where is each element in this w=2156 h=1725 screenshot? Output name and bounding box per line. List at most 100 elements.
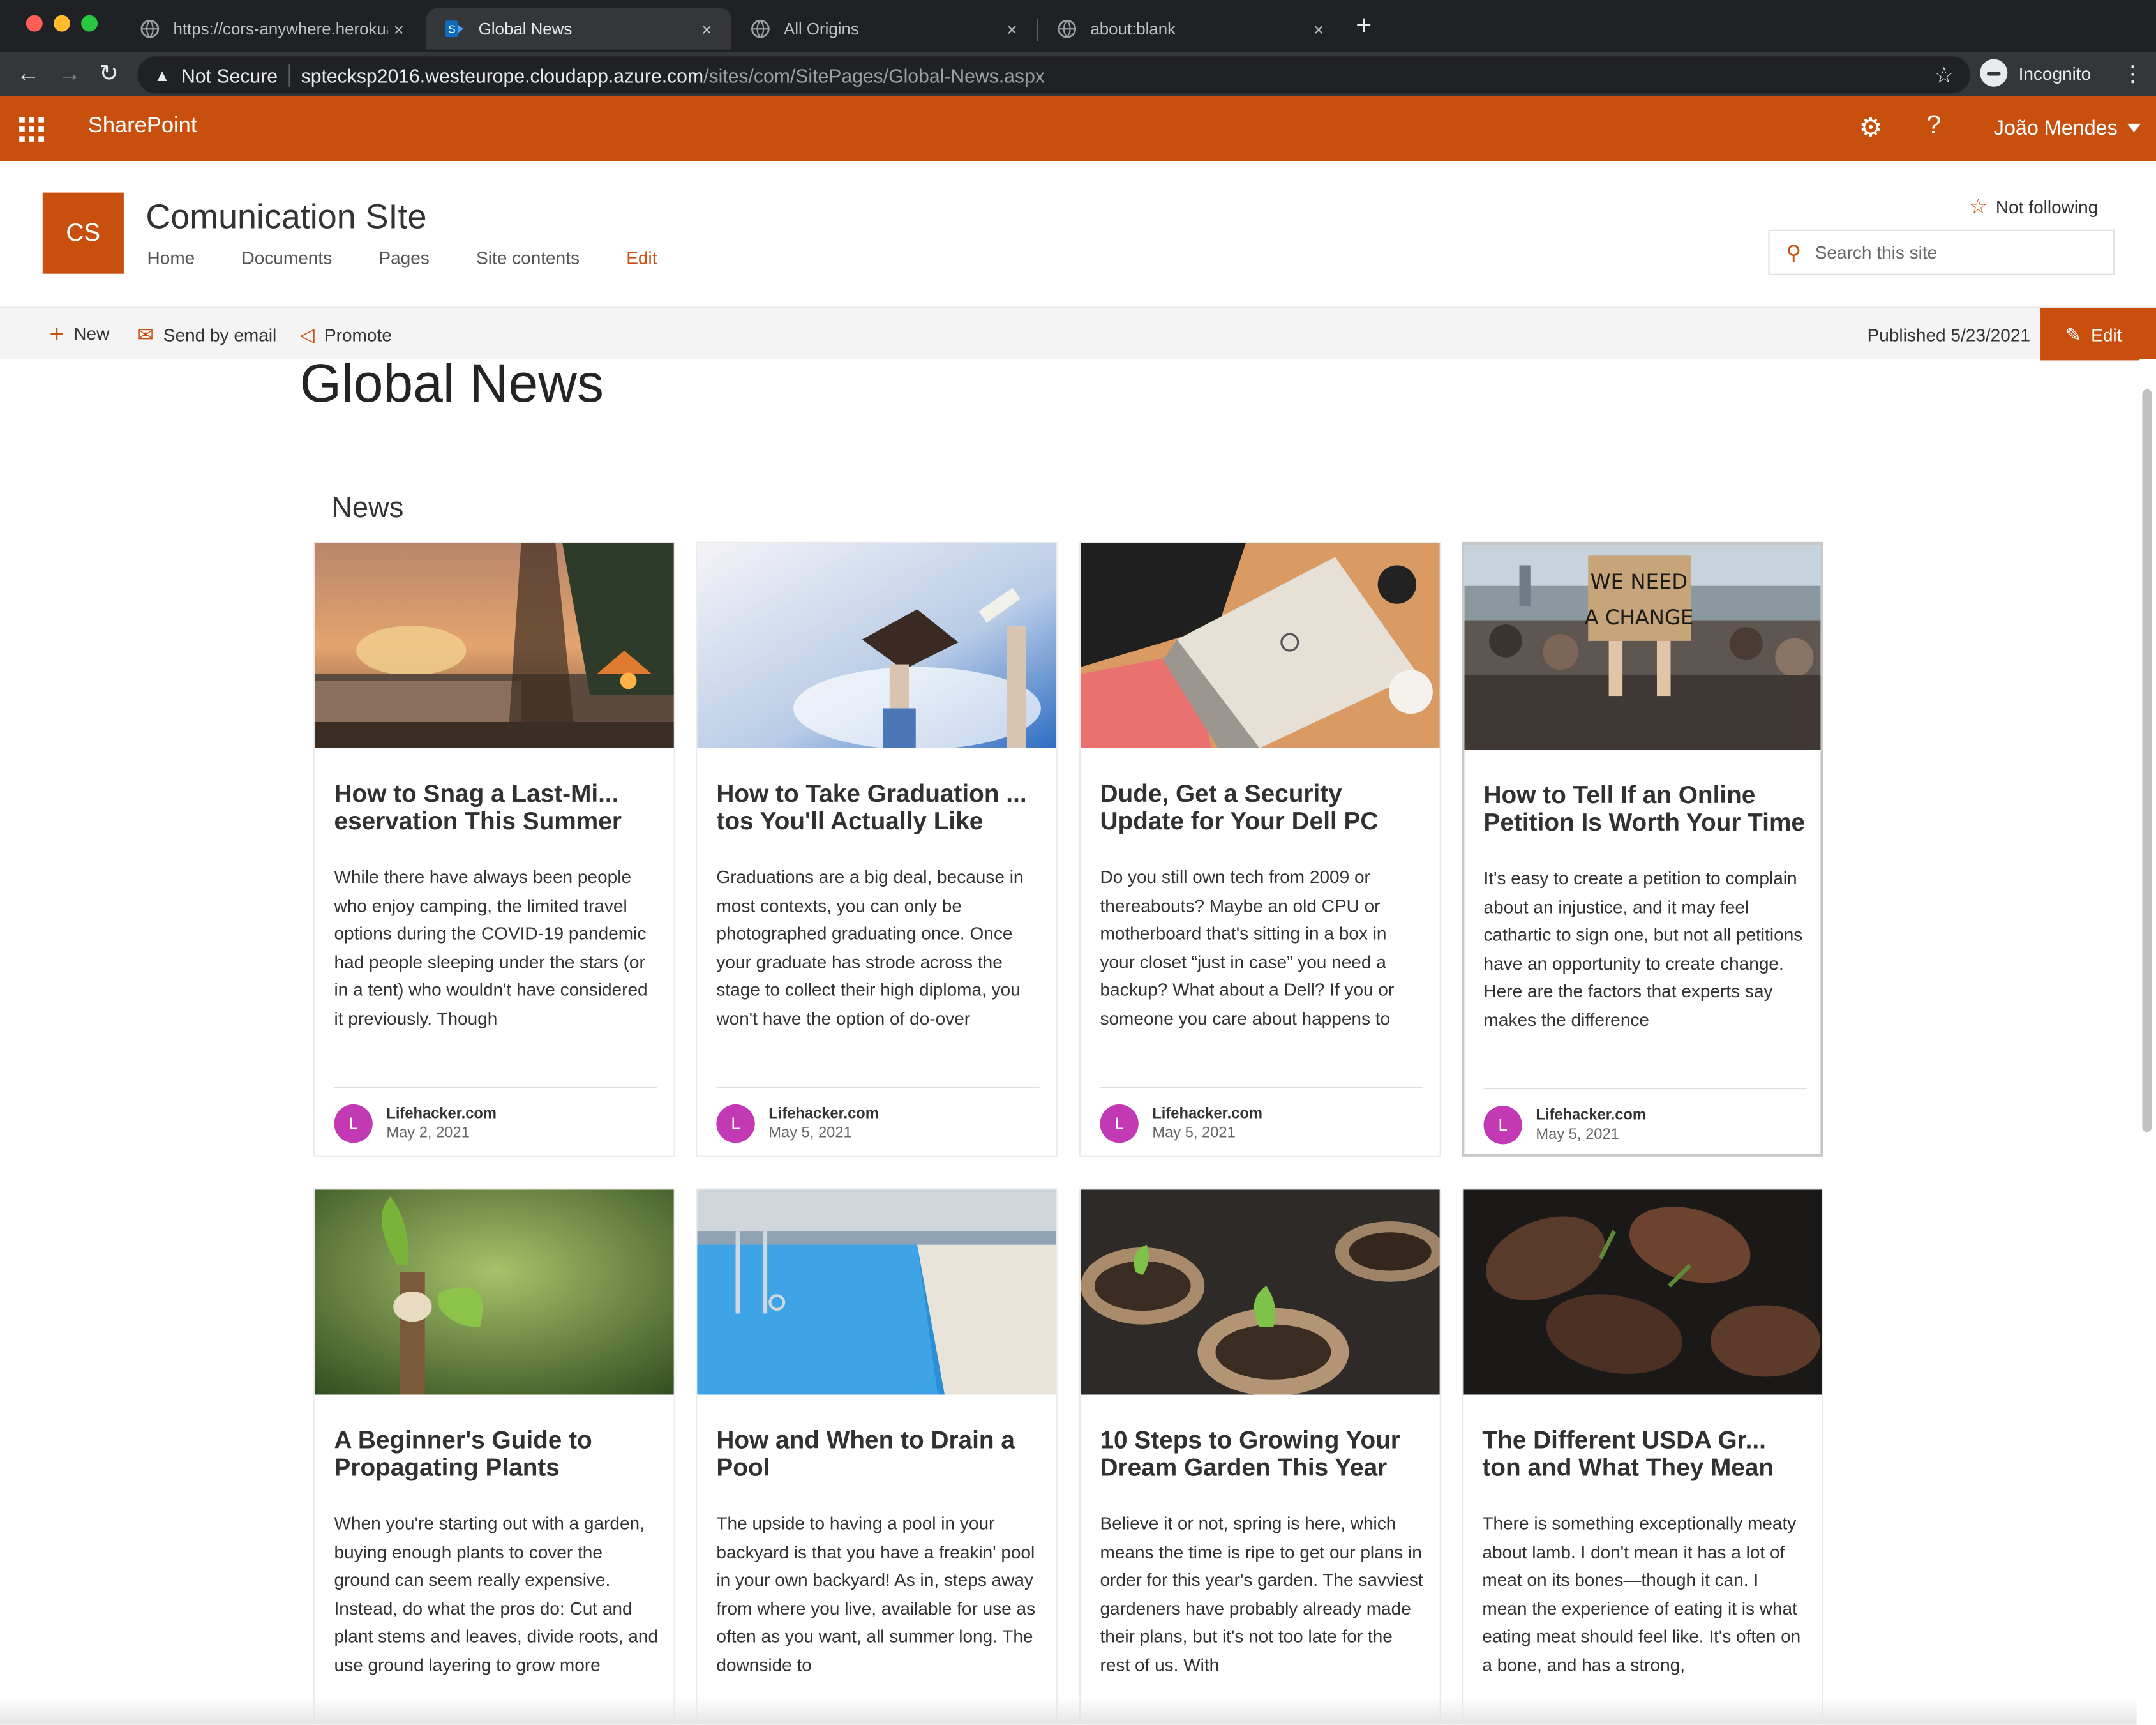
nav-item-documents[interactable]: Documents [241, 248, 332, 268]
news-card-title[interactable]: How to Take Graduation ... tos You'll Ac… [716, 780, 1039, 835]
tab-about-blank[interactable]: about:blank × [1038, 8, 1344, 50]
back-button[interactable]: ← [17, 61, 40, 88]
published-status: Published 5/23/2021 [1867, 324, 2030, 345]
suite-bar: SharePoint ⚙ ? João Mendes [0, 96, 2156, 162]
news-card-title[interactable]: How to Tell If an Online Petition Is Wor… [1484, 781, 1807, 836]
author-avatar: L [1100, 1104, 1139, 1143]
tab-close-icon[interactable]: × [388, 19, 410, 39]
news-card-title[interactable]: How and When to Drain a Pool [716, 1426, 1039, 1481]
star-icon: ☆ [1969, 195, 1988, 219]
command-bar: + New ✉ Send by email ◁ Promote Published 5… [0, 306, 2156, 361]
site-search-box[interactable]: ⚲ Search this site [1768, 229, 2115, 275]
minimize-window-button[interactable] [54, 15, 70, 32]
incognito-icon [1980, 59, 2008, 87]
news-card-description: When you're starting out with a garden, … [334, 1512, 659, 1675]
tab-close-icon[interactable]: × [1308, 19, 1329, 39]
globe-icon [1058, 19, 1077, 38]
news-thumbnail-dell-laptop [1081, 543, 1440, 748]
protest-sign-text-1: WE NEED [1591, 569, 1688, 594]
divider [1483, 1088, 1807, 1090]
news-thumbnail-plant-cutting [315, 1189, 674, 1395]
news-source: Lifehacker.com [1152, 1106, 1262, 1122]
news-card-title[interactable]: The Different USDA Gr... ton and What Th… [1482, 1426, 1805, 1481]
edit-page-button[interactable]: ✎ Edit [2040, 308, 2156, 361]
news-thumbnail-graduation [697, 543, 1056, 748]
search-icon: ⚲ [1786, 241, 1802, 265]
user-menu[interactable]: João Mendes [1994, 117, 2118, 140]
news-webpart-title: News [331, 492, 404, 524]
protest-sign-text-2: A CHANGE [1585, 605, 1694, 629]
site-logo[interactable]: CS [42, 192, 124, 274]
send-by-email-button[interactable]: ✉ Send by email [137, 323, 276, 347]
caret-down-icon[interactable] [2127, 123, 2141, 132]
bottom-fade [0, 1697, 2137, 1725]
reload-button[interactable]: ↻ [99, 61, 119, 88]
news-card-description: Graduations are a big deal, because in m… [716, 866, 1024, 1028]
new-tab-button[interactable]: + [1356, 12, 1372, 40]
news-card[interactable]: 10 Steps to Growing Your Dream Garden Th… [1079, 1188, 1441, 1725]
divider [716, 1086, 1040, 1088]
new-button[interactable]: + New [49, 319, 110, 347]
browser-window: https://cors-anywhere.herokua × S Global… [0, 0, 2156, 1725]
author-avatar: L [716, 1104, 755, 1143]
news-thumbnail-lamb-chops [1463, 1189, 1822, 1395]
site-navigation: Home Documents Pages Site contents Edit [147, 248, 704, 268]
news-card[interactable]: A Beginner's Guide to Propagating Plants… [313, 1188, 675, 1725]
app-launcher-icon[interactable] [19, 117, 44, 142]
news-date: May 2, 2021 [386, 1125, 470, 1142]
sharepoint-home-link[interactable]: SharePoint [88, 114, 197, 139]
news-card-title[interactable]: 10 Steps to Growing Your Dream Garden Th… [1100, 1426, 1423, 1481]
tab-title: about:blank [1090, 19, 1176, 39]
follow-label: Not following [1995, 197, 2099, 218]
news-card-title[interactable]: Dude, Get a Security Update for Your Del… [1100, 780, 1423, 835]
security-label[interactable]: Not Secure [181, 64, 278, 86]
pencil-icon: ✎ [2065, 322, 2082, 345]
tab-cors-anywhere[interactable]: https://cors-anywhere.herokua × [121, 8, 424, 50]
new-label: New [73, 323, 110, 344]
edit-label: Edit [2091, 324, 2122, 345]
news-card[interactable]: The Different USDA Gr... ton and What Th… [1462, 1188, 1823, 1725]
nav-edit-link[interactable]: Edit [626, 248, 657, 268]
nav-item-pages[interactable]: Pages [378, 248, 429, 268]
globe-icon [140, 19, 160, 38]
close-window-button[interactable] [26, 15, 43, 32]
tab-title: All Origins [783, 19, 859, 39]
news-card-title[interactable]: How to Snag a Last-Mi... eservation This… [334, 780, 657, 835]
url-host: sptecksp2016.westeurope.cloudapp.azure.c… [301, 64, 704, 86]
news-card-description: It's easy to create a petition to compla… [1483, 868, 1803, 1030]
promote-button[interactable]: ◁ Promote [300, 323, 392, 347]
zoom-window-button[interactable] [81, 15, 98, 32]
news-thumbnail-protest: WE NEED A CHANGE [1464, 545, 1821, 750]
page-scrollbar-thumb[interactable] [2142, 389, 2152, 1133]
window-controls [26, 15, 98, 32]
news-card[interactable]: How and When to Drain a Pool The upside … [696, 1188, 1058, 1725]
divider [334, 1086, 657, 1088]
bookmark-star-icon[interactable]: ☆ [1934, 62, 1954, 89]
news-date: May 5, 2021 [1152, 1125, 1236, 1142]
plus-icon: + [49, 319, 64, 347]
forward-button[interactable]: → [57, 61, 81, 88]
svg-text:S: S [448, 23, 456, 36]
news-thumbnail-seedlings [1081, 1189, 1440, 1395]
settings-gear-icon[interactable]: ⚙ [1859, 113, 1883, 145]
news-card[interactable]: How to Snag a Last-Mi... eservation This… [313, 541, 675, 1157]
news-card[interactable]: WE NEED A CHANGE How to Tell If an Onlin… [1462, 541, 1823, 1157]
browser-menu-icon[interactable]: ⋮ [2122, 61, 2143, 88]
news-card[interactable]: How to Take Graduation ... tos You'll Ac… [696, 541, 1058, 1157]
news-card-description: Believe it or not, spring is here, which… [1100, 1512, 1423, 1675]
help-icon[interactable]: ? [1926, 112, 1941, 142]
nav-item-site-contents[interactable]: Site contents [476, 248, 580, 268]
site-title[interactable]: Comunication SIte [146, 198, 426, 237]
search-placeholder: Search this site [1815, 242, 1938, 263]
tab-close-icon[interactable]: × [696, 19, 717, 39]
news-thumbnail-camping [315, 543, 674, 748]
tab-global-news[interactable]: S Global News × [426, 8, 732, 50]
follow-button[interactable]: ☆ Not following [1969, 194, 2098, 219]
news-card-title[interactable]: A Beginner's Guide to Propagating Plants [334, 1426, 657, 1481]
news-card[interactable]: Dude, Get a Security Update for Your Del… [1079, 541, 1441, 1157]
tab-all-origins[interactable]: All Origins × [731, 8, 1037, 50]
tab-close-icon[interactable]: × [1001, 19, 1022, 39]
incognito-profile-button[interactable]: Incognito [1980, 56, 2137, 89]
nav-item-home[interactable]: Home [147, 248, 195, 268]
address-bar[interactable]: ▲ Not Secure sptecksp2016.westeurope.clo… [137, 56, 1971, 94]
